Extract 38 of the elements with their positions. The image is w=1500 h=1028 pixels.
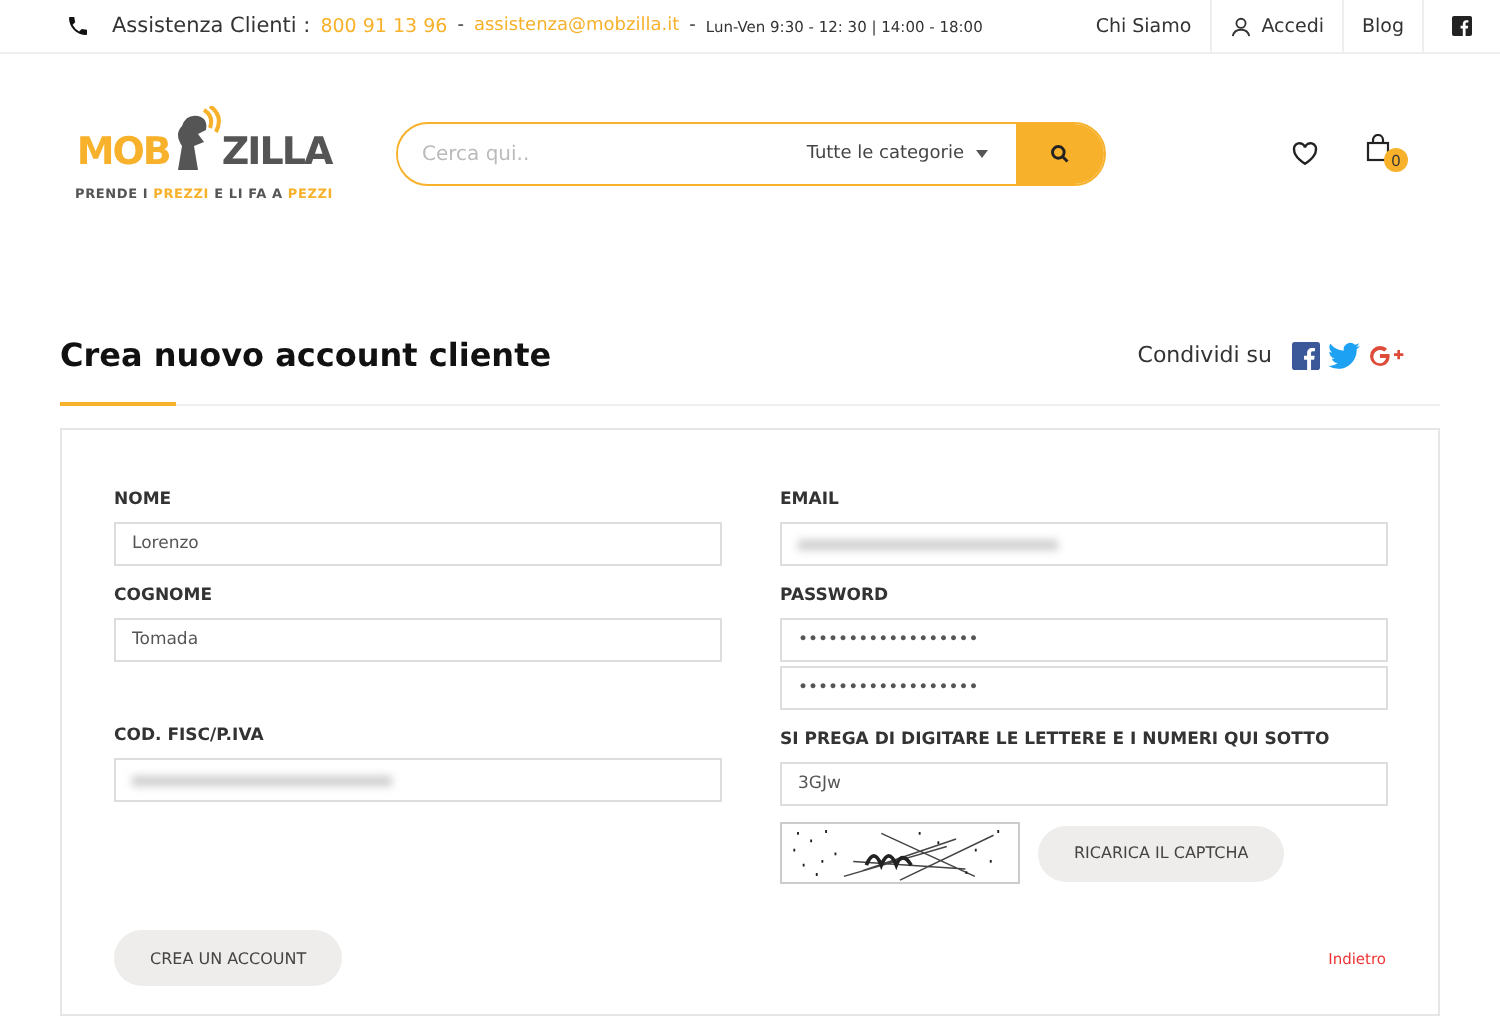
cart-count: 0 [1384, 148, 1408, 172]
user-icon [1229, 15, 1252, 37]
top-link[interactable]: Chi Siamo [1077, 0, 1210, 53]
bag-icon [1366, 134, 1390, 162]
top-link[interactable]: Accedi [1209, 0, 1342, 53]
caret-icon [976, 150, 988, 158]
search-button[interactable] [1016, 124, 1104, 184]
phone-icon [66, 14, 90, 38]
separator: - [457, 16, 464, 36]
search-icon [1050, 144, 1070, 164]
reload-captcha-button[interactable]: RICARICA IL CAPTCHA [1038, 825, 1285, 881]
input-field[interactable]: 3GJw [780, 762, 1388, 806]
field-label: SI PREGA DI DIGITARE LE LETTERE E I NUMERI QUI SOTTO [780, 730, 1332, 750]
separator: - [689, 16, 696, 36]
facebook-icon[interactable] [1292, 341, 1320, 369]
heart-icon[interactable] [1292, 142, 1318, 166]
input-field[interactable] [780, 522, 1388, 566]
phone-number: 800 91 13 96 [320, 15, 448, 37]
category-dropdown[interactable]: Tutte le categorie [794, 142, 1016, 166]
field-label: EMAIL [780, 490, 841, 510]
cart-button[interactable]: 0 [1366, 134, 1408, 174]
share-label: Condividi su [1137, 342, 1272, 368]
field-label: NOME [114, 490, 174, 510]
password-field[interactable]: •••••••••••••••••• [780, 666, 1388, 710]
support-label: Assistenza Clienti : [112, 14, 311, 38]
input-field[interactable]: Lorenzo [114, 522, 722, 566]
field-label: COD. FISC/P.IVA [114, 726, 266, 746]
field-label: COGNOME [114, 586, 215, 606]
input-field[interactable]: Tomada [114, 618, 722, 662]
google-plus-icon[interactable] [1368, 341, 1408, 369]
password-field[interactable]: •••••••••••••••••• [780, 618, 1388, 662]
support-email: assistenza@mobzilla.it [473, 16, 680, 36]
page-title: Crea nuovo account cliente [60, 336, 552, 374]
twitter-icon[interactable] [1328, 341, 1360, 369]
field-label: PASSWORD [780, 586, 891, 606]
input-field[interactable] [114, 758, 722, 802]
top-link[interactable]: Blog [1342, 0, 1422, 53]
create-account-button[interactable]: CREA UN ACCOUNT [114, 930, 343, 986]
